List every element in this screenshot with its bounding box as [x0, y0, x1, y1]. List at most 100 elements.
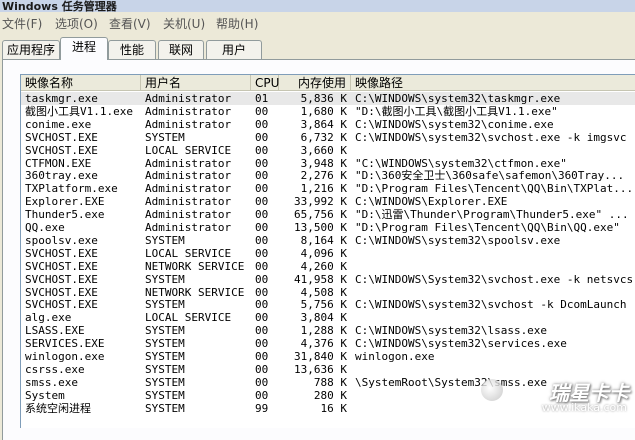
tab-users[interactable]: 用户 [206, 40, 262, 59]
cell-mem: 4,376 K [300, 337, 347, 351]
cell-user: SYSTEM [145, 298, 185, 312]
column-header-cpu[interactable]: CPU [251, 75, 279, 91]
cell-mem: 13,636 K [294, 362, 347, 376]
tab-applications[interactable]: 应用程序 [2, 40, 60, 59]
cell-path: C:\WINDOWS\system32\spoolsv.exe [355, 233, 561, 247]
table-row[interactable]: SVCHOST.EXE LOCAL SERVICE 00 4,096 K [21, 247, 635, 260]
table-row[interactable]: SVCHOST.EXE NETWORK SERVICE 00 4,260 K [21, 260, 635, 273]
cell-user: Administrator [145, 208, 232, 222]
cell-path: "D:\360安全卫士\360safe\safemon\360Tray... [355, 169, 625, 183]
table-row[interactable]: Explorer.EXE Administrator 00 33,992 K C:\WI… [21, 195, 635, 208]
cell-cpu: 00 [255, 130, 269, 144]
table-row[interactable]: TXPlatform.exe Administrator 00 1,216 K "D:\… [21, 182, 635, 195]
menu-shutdown[interactable]: 关机(U) [163, 15, 205, 32]
cell-cpu: 00 [255, 143, 269, 157]
cell-name: SERVICES.EXE [25, 337, 105, 351]
cell-user: Administrator [145, 156, 232, 170]
cell-path: C:\WINDOWS\Explorer.EXE [355, 195, 508, 209]
tab-networking[interactable]: 联网 [158, 40, 204, 59]
table-row[interactable]: Thunder5.exe Administrator 00 65,756 K "D:\迅… [21, 208, 635, 221]
table-row[interactable]: SVCHOST.EXE SYSTEM 00 6,732 K C:\WINDOWS\sys… [21, 131, 635, 144]
cell-mem: 3,948 K [300, 156, 347, 170]
table-row[interactable]: CTFMON.EXE Administrator 00 3,948 K "C:\WIND… [21, 157, 635, 170]
cell-user: NETWORK SERVICE [145, 259, 245, 273]
cell-cpu: 00 [255, 246, 269, 260]
cell-cpu: 00 [255, 285, 269, 299]
cell-path: winlogon.exe [355, 350, 435, 363]
table-row[interactable]: LSASS.EXE SYSTEM 00 1,288 K C:\WINDOWS\syste… [21, 324, 635, 337]
cell-name: QQ.exe [25, 221, 65, 234]
cell-name: Thunder5.exe [25, 208, 105, 222]
cell-mem: 13,500 K [294, 221, 347, 234]
cell-cpu: 00 [255, 221, 269, 234]
cell-name: Explorer.EXE [25, 195, 105, 209]
cell-user: Administrator [145, 104, 232, 118]
cell-cpu: 00 [255, 362, 269, 376]
cell-name: SVCHOST.EXE [25, 143, 98, 157]
cell-cpu: 00 [255, 324, 269, 338]
process-list[interactable]: 映像名称 用户名 CPU 内存使用 映像路径 taskmgr.exe Admini… [20, 74, 635, 428]
table-row[interactable]: SVCHOST.EXE NETWORK SERVICE 00 4,508 K [21, 286, 635, 299]
cell-cpu: 00 [255, 233, 269, 247]
watermark-logo-icon [481, 379, 503, 401]
table-row[interactable]: csrss.exe SYSTEM 00 13,636 K [21, 363, 635, 376]
cell-mem: 788 K [313, 375, 347, 389]
cell-path: "D:\迅雷\Thunder\Program\Thunder5.exe" ... [355, 208, 629, 222]
table-row[interactable]: 截图小工具V1.1.exe Administrator 00 1,680 K "D:\截… [21, 105, 635, 118]
cell-cpu: 00 [255, 298, 269, 312]
cell-name: 系统空闲进程 [25, 401, 91, 415]
cell-cpu: 00 [255, 156, 269, 170]
cell-user: LOCAL SERVICE [145, 143, 232, 157]
cell-mem: 8,164 K [300, 233, 347, 247]
table-row[interactable]: winlogon.exe SYSTEM 00 31,840 K winlogon.exe [21, 350, 635, 363]
watermark-url: www.ikaka.com [541, 401, 627, 414]
cell-user: SYSTEM [145, 130, 185, 144]
cell-cpu: 00 [255, 169, 269, 183]
column-header-user[interactable]: 用户名 [141, 75, 251, 91]
column-header-name[interactable]: 映像名称 [21, 75, 141, 91]
cell-mem: 1,680 K [300, 104, 347, 118]
column-header-path[interactable]: 映像路径 [351, 75, 635, 91]
table-row[interactable]: SVCHOST.EXE LOCAL SERVICE 00 3,660 K [21, 144, 635, 157]
cell-mem: 5,836 K [300, 92, 347, 105]
cell-cpu: 00 [255, 195, 269, 209]
cell-path: "C:\WINDOWS\system32\ctfmon.exe" [355, 156, 567, 170]
cell-mem: 3,660 K [300, 143, 347, 157]
cell-mem: 1,216 K [300, 182, 347, 196]
menu-help[interactable]: 帮助(H) [216, 15, 258, 32]
table-row[interactable]: SERVICES.EXE SYSTEM 00 4,376 K C:\WINDOWS\sy… [21, 337, 635, 350]
tab-processes[interactable]: 进程 [60, 37, 108, 60]
cell-cpu: 00 [255, 272, 269, 286]
cell-user: Administrator [145, 169, 232, 183]
tab-performance[interactable]: 性能 [108, 40, 156, 59]
menu-file[interactable]: 文件(F) [2, 15, 42, 32]
cell-name: TXPlatform.exe [25, 182, 118, 196]
cell-name: 360tray.exe [25, 169, 98, 183]
cell-name: SVCHOST.EXE [25, 130, 98, 144]
cell-user: Administrator [145, 117, 232, 131]
menu-view[interactable]: 查看(V) [109, 15, 151, 32]
cell-name: SVCHOST.EXE [25, 298, 98, 312]
table-row[interactable]: SVCHOST.EXE SYSTEM 00 41,958 K C:\WINDOWS\Sy… [21, 273, 635, 286]
cell-cpu: 00 [255, 117, 269, 131]
cell-name: winlogon.exe [25, 350, 105, 363]
column-header-memory[interactable]: 内存使用 [279, 75, 351, 91]
cell-cpu: 00 [255, 259, 269, 273]
list-header: 映像名称 用户名 CPU 内存使用 映像路径 [21, 75, 635, 92]
table-row[interactable]: SVCHOST.EXE SYSTEM 00 5,756 K C:\WINDOWS\sys… [21, 298, 635, 311]
table-row[interactable]: 360tray.exe Administrator 00 2,276 K "D:\360… [21, 169, 635, 182]
cell-mem: 4,260 K [300, 259, 347, 273]
table-row[interactable]: conime.exe Administrator 00 3,864 K C:\WINDO… [21, 118, 635, 131]
cell-user: SYSTEM [145, 401, 185, 415]
menu-options[interactable]: 选项(O) [55, 15, 98, 32]
cell-name: LSASS.EXE [25, 324, 85, 338]
table-row[interactable]: spoolsv.exe SYSTEM 00 8,164 K C:\WINDOWS\sys… [21, 234, 635, 247]
table-row[interactable]: alg.exe LOCAL SERVICE 00 3,804 K [21, 311, 635, 324]
cell-user: Administrator [145, 92, 232, 105]
cell-name: SVCHOST.EXE [25, 272, 98, 286]
cell-user: Administrator [145, 221, 232, 234]
cell-cpu: 00 [255, 350, 269, 363]
table-row[interactable]: QQ.exe Administrator 00 13,500 K "D:\Program… [21, 221, 635, 234]
table-row[interactable]: taskmgr.exe Administrator 01 5,836 K C:\WIND… [21, 92, 635, 105]
cell-name: CTFMON.EXE [25, 156, 92, 170]
